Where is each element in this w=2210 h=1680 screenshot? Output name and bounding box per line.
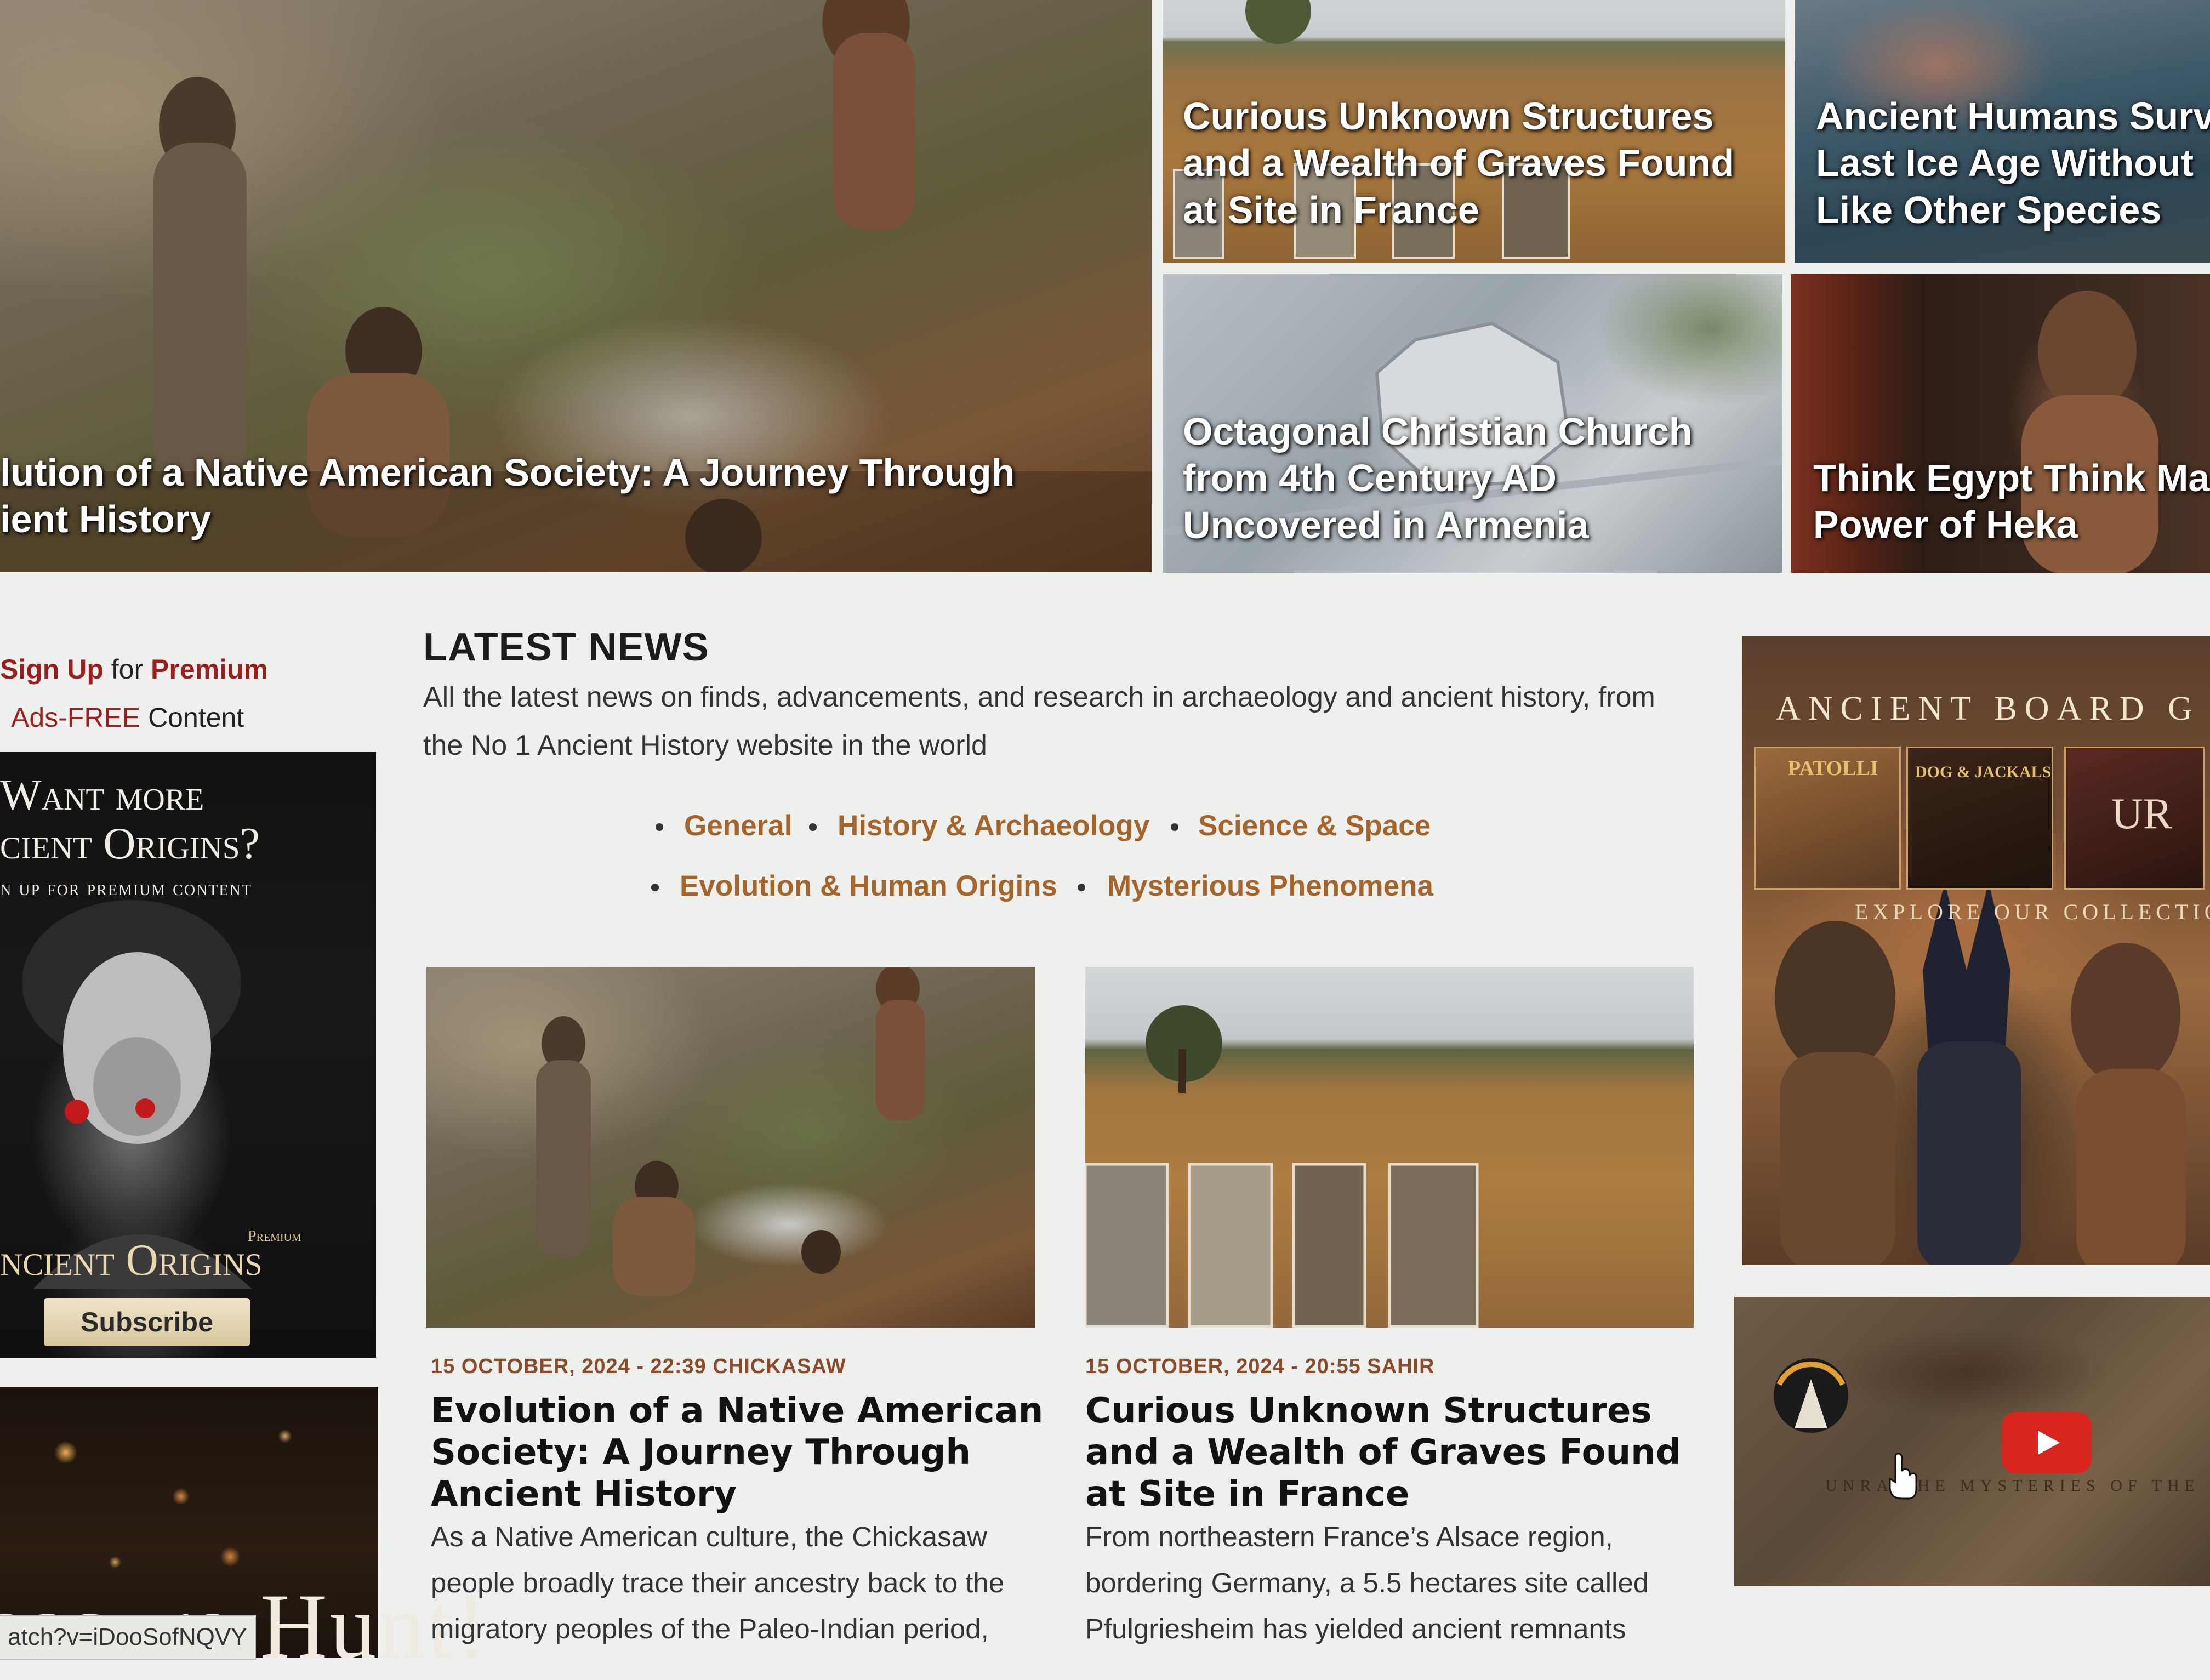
featured-tile-armenia-church[interactable]: Octagonal Christian Church from 4th Cent… <box>1163 274 1782 573</box>
game-dogs-jackals-label: DOG & JACKALS <box>1915 763 2052 781</box>
ad-illustration <box>1775 882 2186 1265</box>
category-history-archaeology[interactable]: History & Archaeology <box>838 809 1149 842</box>
article-2-title[interactable]: Curious Unknown Structures and a Wealth … <box>1085 1390 1710 1515</box>
latest-news-heading: LATEST NEWS <box>423 625 709 669</box>
signup-link[interactable]: Sign Up <box>0 654 104 685</box>
article-2-excerpt: From northeastern France’s Alsace region… <box>1085 1521 1649 1644</box>
featured-tile-egypt-heka[interactable]: Think Egypt Think Ma Power of Heka <box>1791 274 2210 573</box>
bullet-icon <box>1171 823 1178 831</box>
ad-board-subtitle: EXPLORE OUR COLLECTIO <box>1855 899 2210 924</box>
article-2-image[interactable] <box>1085 967 1694 1328</box>
article-1-meta: 15 OCTOBER, 2024 - 22:39 CHICKASAW <box>431 1355 846 1378</box>
video-caption: UNRA THE MYSTERIES OF THE <box>1825 1477 2200 1495</box>
ads-free-line: Ads-FREE Content <box>11 704 244 731</box>
article-1-image[interactable] <box>426 967 1035 1328</box>
featured-france-title[interactable]: Curious Unknown Structures and a Wealth … <box>1183 93 1734 234</box>
bullet-icon <box>656 823 663 831</box>
article-1-excerpt: As a Native American culture, the Chicka… <box>431 1521 1005 1644</box>
ads-free-text: Ads-FREE <box>11 702 141 733</box>
youtube-play-button[interactable] <box>2002 1412 2092 1473</box>
premium-signup-line: Sign Up for Premium <box>0 656 268 683</box>
featured-tile-native-american[interactable]: lution of a Native American Society: A J… <box>0 0 1152 572</box>
mouse-cursor-icon <box>1889 1453 1917 1500</box>
promo-line-1: Want more <box>0 771 204 819</box>
latest-news-description: All the latest news on finds, advancemen… <box>423 681 1655 761</box>
status-bar-url: atch?v=iDooSofNQVY <box>0 1615 256 1660</box>
featured-tile-france-graves[interactable]: Curious Unknown Structures and a Wealth … <box>1163 0 1785 263</box>
ancient-board-games-ad[interactable] <box>1742 636 2210 1265</box>
bullet-icon <box>651 884 659 891</box>
featured-church-title[interactable]: Octagonal Christian Church from 4th Cent… <box>1183 408 1693 549</box>
subscribe-button[interactable]: Subscribe <box>44 1298 250 1346</box>
promo-line-2: cient Origins? <box>0 818 260 868</box>
content-text: Content <box>148 702 244 733</box>
category-science-space[interactable]: Science & Space <box>1198 809 1431 842</box>
painting-thumbnail <box>536 967 925 1296</box>
article-1-title[interactable]: Evolution of a Native American Society: … <box>431 1390 1056 1515</box>
channel-logo-icon <box>1774 1358 1848 1433</box>
promo-line-3: n up for premium content <box>0 875 252 900</box>
featured-egypt-title[interactable]: Think Egypt Think Ma Power of Heka <box>1813 455 2209 549</box>
category-evolution-human-origins[interactable]: Evolution & Human Origins <box>680 869 1057 903</box>
article-2-meta: 15 OCTOBER, 2024 - 20:55 SAHIR <box>1085 1355 1435 1378</box>
bullet-icon <box>1078 884 1085 891</box>
youtube-video-embed[interactable] <box>1734 1297 2210 1586</box>
game-ur-label: UR <box>2111 790 2173 838</box>
premium-promo-banner[interactable]: Want more cient Origins? n up for premiu… <box>0 752 376 1358</box>
play-icon <box>2038 1431 2060 1455</box>
game-patolli-label: PATOLLI <box>1788 757 1878 780</box>
bullet-icon <box>809 823 817 831</box>
excavation-thumbnail <box>1085 1005 1479 1328</box>
promo-brand-text: ncient Origins <box>0 1235 263 1285</box>
signup-for-text: for <box>111 654 144 685</box>
premium-link[interactable]: Premium <box>151 654 268 685</box>
featured-main-title[interactable]: lution of a Native American Society: A J… <box>0 449 1015 543</box>
featured-tile-ice-age[interactable]: Ancient Humans Surv Last Ice Age Without… <box>1795 0 2210 263</box>
category-general[interactable]: General <box>684 809 792 842</box>
category-mysterious-phenomena[interactable]: Mysterious Phenomena <box>1107 869 1433 903</box>
ad-board-title: ANCIENT BOARD G <box>1776 690 2200 727</box>
featured-ice-title[interactable]: Ancient Humans Surv Last Ice Age Without… <box>1816 93 2210 234</box>
